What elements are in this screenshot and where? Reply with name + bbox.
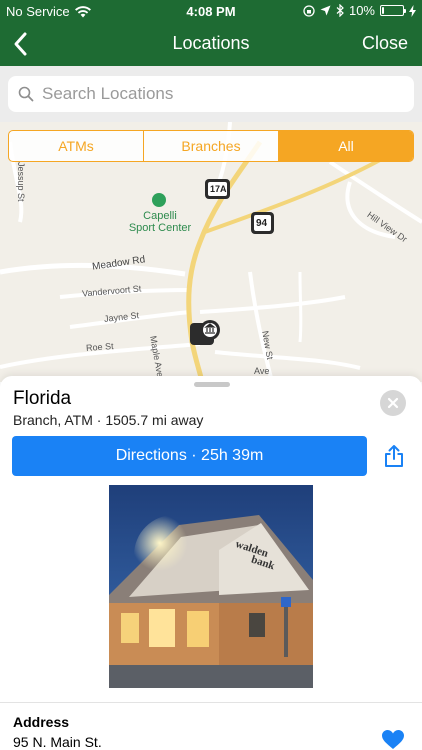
- charging-bolt-icon: [409, 4, 416, 17]
- directions-button[interactable]: Directions · 25h 39m: [12, 436, 367, 476]
- map-view[interactable]: 17A 94 Capelli Sport Center Meadow Rd Va…: [0, 122, 422, 382]
- address-label: Address: [13, 714, 70, 730]
- street-label: Ave: [254, 366, 270, 376]
- sheet-grabber[interactable]: [194, 382, 230, 387]
- bank-pin-icon[interactable]: [190, 320, 220, 345]
- filter-all[interactable]: All: [279, 131, 413, 161]
- location-meta: Branch, ATM · 1505.7 mi away: [13, 412, 204, 428]
- location-arrow-icon: [320, 5, 331, 16]
- battery-icon: [380, 5, 406, 16]
- section-divider: [0, 702, 422, 703]
- park-icon: [152, 193, 166, 207]
- filter-segmented-control: ATMs Branches All: [8, 130, 414, 162]
- status-bar: No Service 4:08 PM 10%: [0, 0, 422, 22]
- search-input[interactable]: [42, 84, 382, 104]
- bluetooth-icon: [336, 4, 344, 17]
- search-bar-container: [0, 66, 422, 122]
- close-button[interactable]: Close: [362, 33, 408, 54]
- close-sheet-button[interactable]: [380, 390, 406, 416]
- search-icon: [18, 86, 34, 102]
- heart-icon[interactable]: [382, 730, 404, 750]
- route-shield-17a-label: 17A: [210, 184, 227, 194]
- page-title: Locations: [172, 33, 250, 53]
- branch-photo: walden bank: [109, 485, 313, 688]
- nav-bar: Locations Close: [0, 22, 422, 66]
- close-icon: [387, 397, 399, 409]
- search-field[interactable]: [8, 76, 414, 112]
- battery-fill: [382, 7, 384, 14]
- top-bar: No Service 4:08 PM 10% Locations Close: [0, 0, 422, 66]
- location-name: Florida: [13, 388, 72, 409]
- battery-percent: 10%: [348, 3, 375, 18]
- status-right: 10%: [303, 3, 416, 18]
- poi-label: Capelli Sport Center: [128, 210, 192, 234]
- filter-atms[interactable]: ATMs: [9, 131, 144, 161]
- street-label: Roe St: [85, 341, 114, 353]
- orientation-lock-icon: [303, 4, 315, 17]
- location-detail-sheet: Florida Branch, ATM · 1505.7 mi away Dir…: [0, 376, 422, 750]
- street-label: Jessup St: [16, 162, 26, 202]
- route-shield-94-label: 94: [256, 218, 268, 229]
- share-icon[interactable]: [384, 444, 404, 468]
- filter-branches[interactable]: Branches: [144, 131, 279, 161]
- address-value: 95 N. Main St.: [13, 734, 102, 750]
